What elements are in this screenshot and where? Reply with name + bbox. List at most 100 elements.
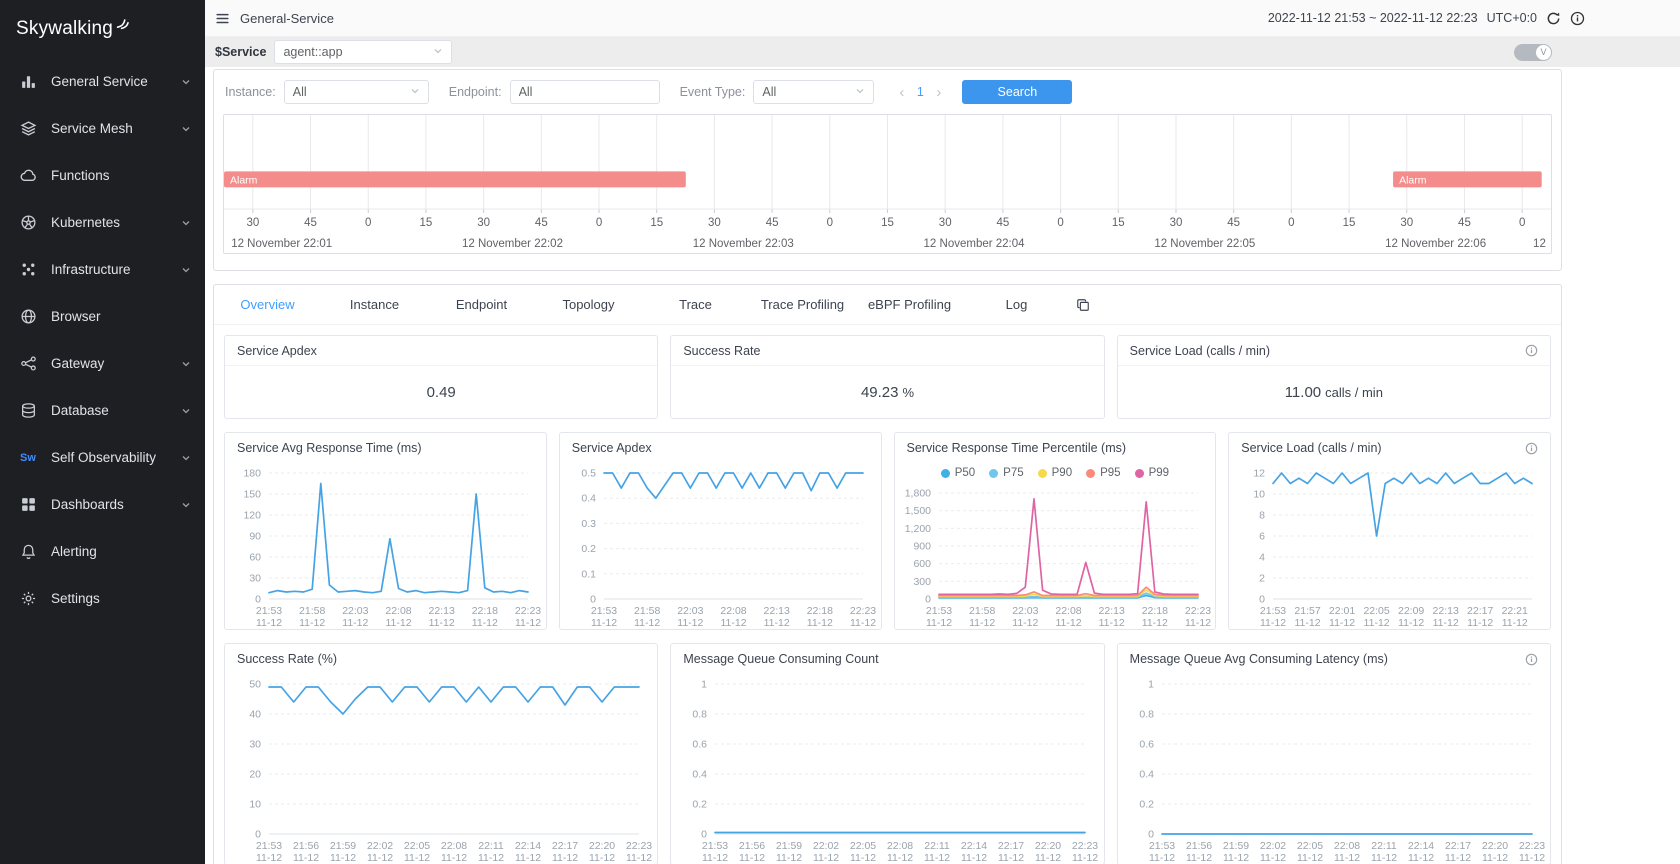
- card-success-rate: Success Rate49.23%: [670, 335, 1104, 419]
- service-select[interactable]: agent::app: [274, 40, 452, 64]
- tab-instance[interactable]: Instance: [321, 297, 428, 312]
- svg-text:0.5: 0.5: [581, 468, 596, 480]
- svg-text:11-12: 11-12: [1445, 852, 1471, 864]
- sidebar-item-browser[interactable]: Browser: [0, 293, 205, 340]
- svg-text:30: 30: [249, 739, 261, 751]
- svg-text:21:58: 21:58: [634, 605, 660, 617]
- endpoint-filter-label: Endpoint:: [449, 85, 502, 99]
- svg-text:11-12: 11-12: [404, 852, 430, 864]
- svg-text:22:08: 22:08: [1055, 605, 1081, 617]
- svg-text:22:02: 22:02: [367, 840, 393, 852]
- legend-item-p75[interactable]: P75: [989, 467, 1023, 479]
- endpoint-input[interactable]: [510, 80, 660, 104]
- legend-item-p99[interactable]: P99: [1135, 467, 1169, 479]
- tab-overview[interactable]: Overview: [214, 297, 321, 312]
- info-icon[interactable]: [1525, 344, 1538, 357]
- info-icon[interactable]: [1570, 11, 1585, 26]
- v-toggle[interactable]: V: [1514, 44, 1552, 61]
- svg-text:120: 120: [243, 510, 261, 522]
- tab-endpoint[interactable]: Endpoint: [428, 297, 535, 312]
- svg-text:22:23: 22:23: [515, 605, 541, 617]
- sidebar-item-self-observability[interactable]: SwSelf Observability: [0, 434, 205, 481]
- svg-text:11-12: 11-12: [1184, 617, 1210, 629]
- legend-item-p90[interactable]: P90: [1038, 467, 1072, 479]
- legend-item-p95[interactable]: P95: [1086, 467, 1120, 479]
- svg-text:1,200: 1,200: [904, 523, 930, 535]
- svg-text:21:53: 21:53: [1149, 840, 1175, 852]
- sidebar-item-settings[interactable]: Settings: [0, 575, 205, 622]
- prev-page-icon[interactable]: ‹: [892, 84, 911, 101]
- svg-text:40: 40: [249, 709, 261, 721]
- card-service-apdex: Service Apdex00.10.20.30.40.521:5311-122…: [559, 432, 882, 630]
- svg-text:11-12: 11-12: [924, 852, 950, 864]
- svg-text:22:08: 22:08: [385, 605, 411, 617]
- svg-text:11-12: 11-12: [1149, 852, 1175, 864]
- sidebar-item-label: Self Observability: [51, 450, 156, 465]
- svg-text:30: 30: [1400, 217, 1413, 229]
- info-icon[interactable]: [1525, 442, 1538, 455]
- events-timeline: 3045015304501530450153045015304501530450…: [224, 115, 1551, 253]
- svg-text:11-12: 11-12: [1098, 617, 1124, 629]
- svg-text:21:59: 21:59: [776, 840, 802, 852]
- svg-text:15: 15: [881, 217, 894, 229]
- sidebar-item-service-mesh[interactable]: Service Mesh: [0, 105, 205, 152]
- svg-text:0.4: 0.4: [693, 769, 708, 781]
- svg-text:11-12: 11-12: [367, 852, 393, 864]
- chevron-down-icon: [181, 265, 191, 275]
- event-type-select[interactable]: All: [753, 80, 874, 104]
- alarm-bar[interactable]: Alarm: [1393, 171, 1542, 187]
- content: Instance: All Endpoint: Event Type: All: [205, 67, 1680, 864]
- next-page-icon[interactable]: ›: [929, 84, 948, 101]
- svg-text:22:14: 22:14: [1408, 840, 1434, 852]
- tab-topology[interactable]: Topology: [535, 297, 642, 312]
- legend-item-p50[interactable]: P50: [941, 467, 975, 479]
- sidebar-item-infrastructure[interactable]: Infrastructure: [0, 246, 205, 293]
- svg-text:45: 45: [996, 217, 1009, 229]
- svg-text:21:59: 21:59: [330, 840, 356, 852]
- svg-text:11-12: 11-12: [1329, 617, 1355, 629]
- sidebar-item-alerting[interactable]: Alerting: [0, 528, 205, 575]
- svg-text:1,800: 1,800: [904, 488, 930, 500]
- svg-text:11-12: 11-12: [634, 617, 660, 629]
- svg-text:0: 0: [1057, 217, 1063, 229]
- app-root: Skywalking General Service Service Mesh Fu…: [0, 0, 1680, 864]
- sidebar-item-functions[interactable]: Functions: [0, 152, 205, 199]
- svg-text:21:58: 21:58: [299, 605, 325, 617]
- card-title-text: Service Response Time Percentile (ms): [907, 441, 1127, 455]
- menu-toggle-icon[interactable]: [215, 11, 230, 26]
- svg-text:21:56: 21:56: [293, 840, 319, 852]
- tab-trace[interactable]: Trace: [642, 297, 749, 312]
- svg-text:22:21: 22:21: [1502, 605, 1528, 617]
- svg-text:12 November 22:05: 12 November 22:05: [1154, 238, 1255, 250]
- sidebar-item-database[interactable]: Database: [0, 387, 205, 434]
- svg-text:11-12: 11-12: [1334, 852, 1360, 864]
- info-icon[interactable]: [1525, 653, 1538, 666]
- sidebar-item-dashboards[interactable]: Dashboards: [0, 481, 205, 528]
- svg-text:45: 45: [535, 217, 548, 229]
- svg-text:11-12: 11-12: [677, 617, 703, 629]
- sidebar-item-general-service[interactable]: General Service: [0, 58, 205, 105]
- svg-text:11-12: 11-12: [1141, 617, 1167, 629]
- alarm-bar[interactable]: Alarm: [224, 171, 686, 187]
- instance-select[interactable]: All: [284, 80, 429, 104]
- svg-text:11-12: 11-12: [720, 617, 746, 629]
- sidebar-item-label: Service Mesh: [51, 121, 133, 136]
- svg-text:12: 12: [1254, 468, 1266, 480]
- svg-text:22:20: 22:20: [1482, 840, 1508, 852]
- tab-log[interactable]: Log: [963, 297, 1070, 312]
- svg-text:22:17: 22:17: [1445, 840, 1471, 852]
- svg-text:20: 20: [249, 769, 261, 781]
- tab-trace-profiling[interactable]: Trace Profiling: [749, 297, 856, 312]
- tab-ebpf-profiling[interactable]: eBPF Profiling: [856, 297, 963, 312]
- svg-text:11-12: 11-12: [591, 617, 617, 629]
- refresh-icon[interactable]: [1546, 11, 1561, 26]
- svg-text:21:53: 21:53: [256, 605, 282, 617]
- svg-text:11-12: 11-12: [1072, 852, 1098, 864]
- skywalking-logo[interactable]: Skywalking: [0, 0, 205, 58]
- sidebar-item-label: Browser: [51, 309, 101, 324]
- sidebar-item-gateway[interactable]: Gateway: [0, 340, 205, 387]
- search-button[interactable]: Search: [962, 80, 1072, 104]
- svg-text:0: 0: [827, 217, 833, 229]
- copy-icon[interactable]: [1076, 298, 1090, 312]
- sidebar-item-kubernetes[interactable]: Kubernetes: [0, 199, 205, 246]
